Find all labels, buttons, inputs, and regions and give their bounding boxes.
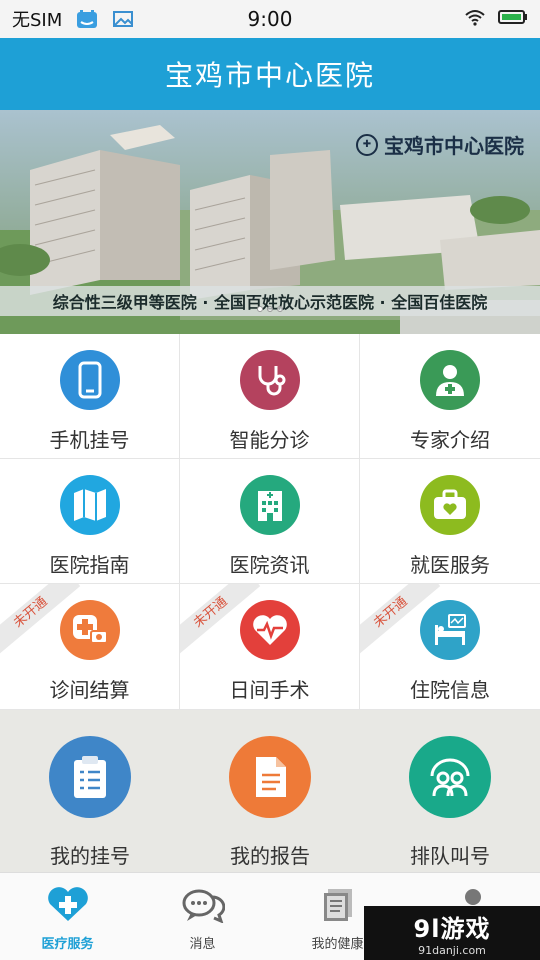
tab-messages[interactable]: 消息 [135, 873, 270, 960]
hospital-building-icon [239, 475, 300, 535]
personal-section: 我的挂号 我的报告 排队叫号 [0, 710, 540, 872]
banner-hospital-name-text: 宝鸡市中心医院 [384, 134, 524, 158]
hospital-bed-icon [420, 600, 480, 660]
my-reports[interactable]: 我的报告 [180, 710, 360, 872]
service-experts[interactable]: 专家介绍 [360, 334, 540, 459]
heart-plus-icon [46, 887, 90, 927]
service-hospital-guide[interactable]: 医院指南 [0, 459, 180, 584]
chat-icon [181, 887, 225, 927]
service-inpatient-info[interactable]: 未开通 住院信息 [360, 584, 540, 710]
hospital-banner[interactable]: ✚ 宝鸡市中心医院 综合性三级甲等医院 · 全国百姓放心示范医院 · 全国百佳医… [0, 110, 540, 334]
queue-icon [409, 736, 491, 818]
service-label: 智能分诊 [229, 428, 310, 452]
map-icon [59, 475, 120, 535]
my-label: 我的挂号 [50, 844, 130, 868]
service-label: 专家介绍 [410, 428, 490, 452]
service-label: 诊间结算 [49, 678, 130, 702]
watermark-sub: 91danji.com [418, 944, 486, 957]
tab-label: 我的健康 [311, 937, 364, 952]
my-label: 排队叫号 [410, 844, 490, 868]
service-smart-triage[interactable]: 智能分诊 [180, 334, 360, 459]
carousel-indicator [0, 306, 540, 312]
service-label: 日间手术 [229, 678, 310, 702]
service-label: 住院信息 [410, 678, 490, 702]
payment-icon [59, 600, 120, 660]
carousel-dot [277, 306, 283, 312]
service-label: 医院指南 [49, 553, 130, 577]
queue-calling[interactable]: 排队叫号 [360, 710, 540, 872]
wifi-icon [464, 8, 486, 31]
service-label: 手机挂号 [49, 428, 130, 452]
service-day-surgery[interactable]: 未开通 日间手术 [180, 584, 360, 710]
page-title: 宝鸡市中心医院 [164, 59, 375, 92]
tab-medical-services[interactable]: 医疗服务 [0, 873, 135, 960]
tab-label: 医疗服务 [41, 937, 94, 952]
gallery-icon [112, 9, 134, 29]
app-header: 宝鸡市中心医院 [0, 38, 540, 110]
calendar-icon [76, 9, 98, 29]
service-label: 就医服务 [410, 553, 490, 577]
my-registrations[interactable]: 我的挂号 [0, 710, 180, 872]
carousel-dot [257, 306, 263, 312]
report-icon [229, 736, 311, 818]
documents-icon [318, 887, 358, 927]
clipboard-icon [49, 736, 131, 818]
service-medical-services[interactable]: 就医服务 [360, 459, 540, 584]
status-bar: 无SIM 9:00 [0, 0, 540, 38]
banner-hospital-name: ✚ 宝鸡市中心医院 [356, 130, 524, 159]
my-label: 我的报告 [230, 844, 310, 868]
doctor-icon [420, 350, 480, 410]
stethoscope-icon [239, 350, 300, 410]
battery-icon [498, 9, 528, 30]
watermark-main: 9l游戏 [413, 915, 491, 943]
heartbeat-icon [239, 600, 300, 660]
service-mobile-registration[interactable]: 手机挂号 [0, 334, 180, 459]
carousel-dot [267, 306, 273, 312]
medical-kit-icon [420, 475, 480, 535]
hospital-logo-icon: ✚ [356, 133, 378, 156]
service-label: 医院资讯 [229, 553, 310, 577]
service-billing[interactable]: 未开通 诊间结算 [0, 584, 180, 710]
phone-icon [59, 350, 120, 410]
tab-label: 消息 [189, 937, 216, 952]
carrier-text: 无SIM [12, 10, 63, 31]
services-grid: 手机挂号 智能分诊 专家介绍 医院指南 医院资讯 就医服务 未开通 诊间结算 未… [0, 334, 540, 710]
service-hospital-news[interactable]: 医院资讯 [180, 459, 360, 584]
site-watermark: 9l游戏 91danji.com [364, 906, 540, 960]
